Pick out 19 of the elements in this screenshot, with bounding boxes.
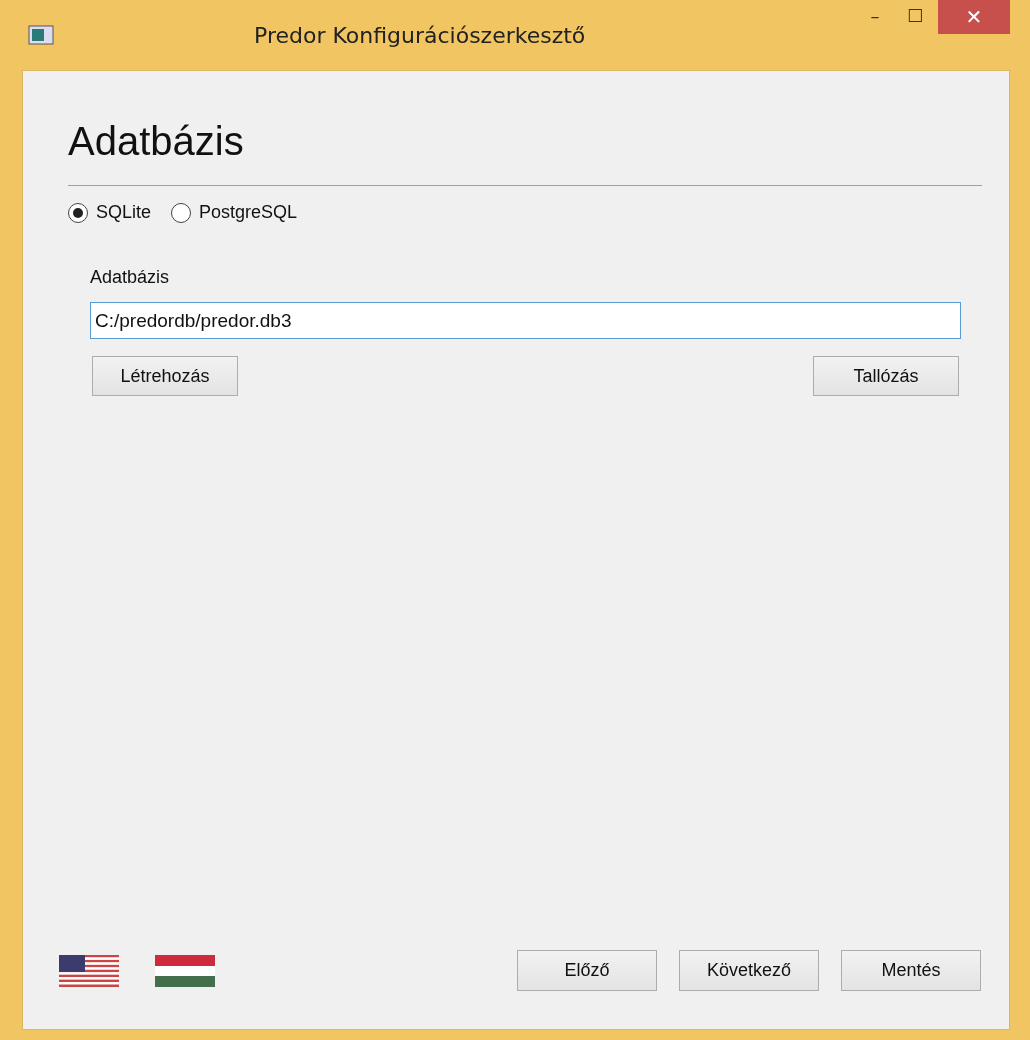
previous-button[interactable]: Előző [517, 950, 657, 991]
app-icon [28, 25, 54, 45]
field-label: Adatbázis [90, 267, 171, 288]
us-flag-icon[interactable] [59, 954, 119, 987]
radio-button[interactable] [68, 202, 88, 223]
minimize-button[interactable]: – [858, 0, 892, 30]
hungary-flag-icon[interactable] [155, 954, 215, 987]
save-button[interactable]: Mentés [841, 950, 981, 991]
browse-button[interactable]: Tallózás [813, 356, 959, 396]
radio-label: PostgreSQL [199, 202, 298, 223]
page-heading: Adatbázis [68, 118, 245, 165]
next-button[interactable]: Következő [679, 950, 819, 991]
create-button[interactable]: Létrehozás [92, 356, 238, 396]
database-path-field[interactable]: C:/predordb/predor.db3 [90, 302, 961, 339]
radio-button[interactable] [171, 202, 192, 223]
close-button[interactable]: ✕ [938, 0, 1010, 34]
radio-label: SQLite [96, 202, 152, 223]
window-title: Predor Konfigurációszerkesztő [254, 22, 586, 48]
maximize-button[interactable]: ☐ [898, 0, 932, 30]
